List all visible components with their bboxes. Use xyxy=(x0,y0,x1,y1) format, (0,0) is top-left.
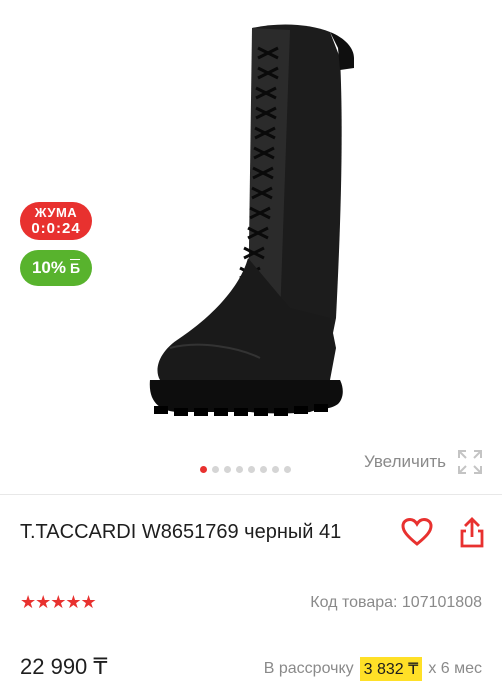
gallery-dot[interactable] xyxy=(200,466,207,473)
bonus-icon: Б xyxy=(69,260,81,276)
zoom-button[interactable]: Увеличить xyxy=(364,448,484,476)
gallery-dot[interactable] xyxy=(260,466,267,473)
product-title: T.TACCARDI W8651769 черный 41 xyxy=(20,521,342,543)
product-code: Код товара: 107101808 xyxy=(310,594,482,612)
friday-sale-badge: ЖУМА 0:0:24 xyxy=(20,202,92,240)
heart-icon xyxy=(401,517,433,546)
friday-badge-countdown: 0:0:24 xyxy=(31,220,81,237)
product-code-label: Код товара: xyxy=(310,594,398,611)
favorite-button[interactable] xyxy=(400,515,434,549)
gallery-pagination[interactable] xyxy=(200,466,291,473)
zoom-label: Увеличить xyxy=(364,452,446,471)
gallery-dot[interactable] xyxy=(224,466,231,473)
gallery-dot[interactable] xyxy=(272,466,279,473)
gallery-dot[interactable] xyxy=(236,466,243,473)
section-divider xyxy=(0,494,502,495)
installment-info[interactable]: В рассрочку 3 832 ₸ х 6 мес xyxy=(264,657,482,681)
bonus-badge: 10% Б xyxy=(20,250,92,286)
friday-badge-label: ЖУМА xyxy=(34,205,78,220)
bonus-badge-value: 10% xyxy=(31,258,66,277)
gallery-dot[interactable] xyxy=(212,466,219,473)
installment-prefix: В рассрочку xyxy=(263,660,354,677)
share-button[interactable] xyxy=(455,515,489,549)
rating-stars: ★★★★★ xyxy=(20,592,97,612)
installment-suffix: х 6 мес xyxy=(428,660,482,677)
product-price: 22 990 ₸ xyxy=(20,654,108,679)
expand-icon xyxy=(458,450,482,474)
gallery-dot[interactable] xyxy=(284,466,291,473)
product-gallery[interactable]: ЖУМА 0:0:24 10% Б Увеличить xyxy=(0,0,502,492)
product-image[interactable] xyxy=(140,18,370,438)
installment-amount: 3 832 ₸ xyxy=(359,657,423,681)
share-icon xyxy=(460,517,484,548)
product-code-value: 107101808 xyxy=(401,594,482,611)
gallery-dot[interactable] xyxy=(248,466,255,473)
